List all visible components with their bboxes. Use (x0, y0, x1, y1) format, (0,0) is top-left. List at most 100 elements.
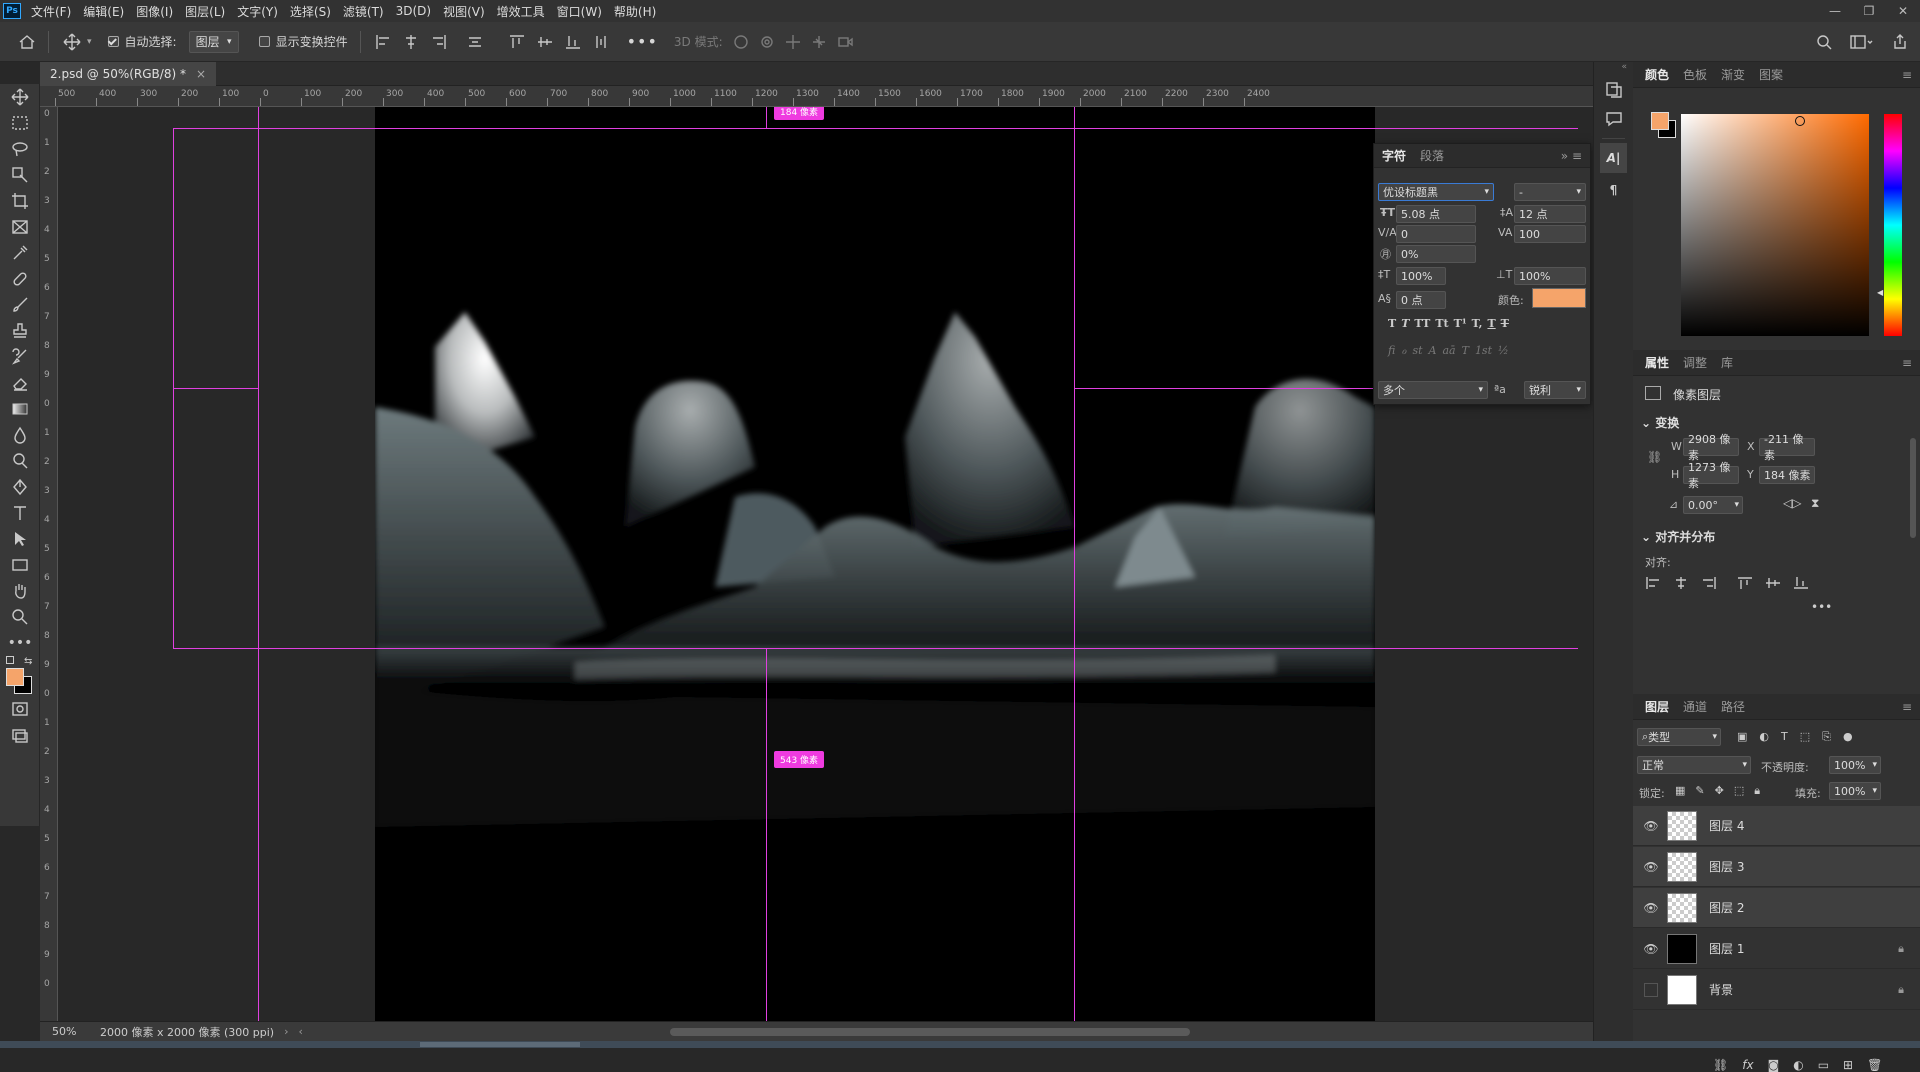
marquee-tool[interactable] (0, 110, 40, 136)
chevron-right-icon[interactable]: › (284, 1025, 288, 1038)
move-tool-preset[interactable]: ▾ (63, 33, 92, 51)
history-brush-tool[interactable] (0, 344, 40, 370)
panel-menu-icon[interactable]: ≡ (1902, 356, 1912, 370)
new-group-icon[interactable]: ▭ (1818, 1058, 1829, 1072)
language-select[interactable]: 多个 ▾ (1378, 381, 1488, 399)
ordinals-button[interactable]: 1st (1475, 344, 1492, 357)
restore-icon[interactable]: ❐ (1852, 0, 1886, 22)
share-icon[interactable] (1892, 33, 1908, 50)
align-right-icon[interactable] (1701, 576, 1717, 590)
saturation-value-field[interactable] (1681, 114, 1869, 336)
link-dimensions-icon[interactable]: ⛓ (1647, 450, 1662, 464)
text-color-swatch[interactable] (1532, 288, 1586, 308)
menu-image[interactable]: 图像(I) (132, 3, 181, 20)
add-mask-icon[interactable]: ◙ (1768, 1058, 1780, 1072)
align-vcenter-icon[interactable] (537, 34, 553, 50)
canvas-area[interactable]: 184 像素 543 像素 (58, 107, 1578, 1021)
healing-tool[interactable] (0, 266, 40, 292)
paragraph-panel-button[interactable]: ¶ (1594, 175, 1633, 205)
antialias-select[interactable]: 锐利 ▾ (1524, 381, 1586, 399)
kerning-field[interactable]: 0 (1396, 225, 1476, 243)
alternate-ligatures-button[interactable]: ℴ (1401, 344, 1406, 357)
more-tools[interactable]: ••• (0, 630, 40, 656)
history-panel-button[interactable] (1594, 74, 1633, 104)
fill-field[interactable]: 100% ▾ (1829, 782, 1881, 800)
lock-all-icon[interactable]: 🔒︎ (1754, 784, 1760, 798)
align-hcenter-icon[interactable] (403, 34, 419, 50)
flip-horizontal-icon[interactable]: ◁▷ (1783, 496, 1801, 510)
dodge-tool[interactable] (0, 448, 40, 474)
scale-3d-icon[interactable] (837, 34, 853, 50)
auto-select-checkbox[interactable] (107, 36, 119, 47)
visibility-eye-icon[interactable]: 👁︎ (1639, 819, 1663, 833)
transform-section-title[interactable]: ⌄ 变换 (1641, 414, 1679, 431)
height-field[interactable]: 1273 像素 (1683, 461, 1739, 490)
align-hcenter-icon[interactable] (1673, 576, 1689, 590)
layer-row[interactable]: 👁︎ 图层 1 🔒︎ (1633, 929, 1920, 969)
align-left-icon[interactable] (375, 34, 391, 50)
titling-alternates-button[interactable]: T (1462, 344, 1469, 357)
y-field[interactable]: 184 像素 (1759, 466, 1815, 484)
stamp-tool[interactable] (0, 318, 40, 344)
more-options-icon[interactable]: ••• (1811, 600, 1832, 614)
eyedropper-tool[interactable] (0, 240, 40, 266)
discretionary-ligatures-button[interactable]: st (1412, 344, 1422, 357)
link-layers-icon[interactable]: ⛓ (1713, 1058, 1728, 1072)
align-top-icon[interactable] (509, 34, 525, 50)
tracking-field[interactable]: 100 (1514, 225, 1586, 243)
stylistic-alternates-button[interactable]: aā (1442, 344, 1455, 357)
menu-view[interactable]: 视图(V) (439, 3, 493, 20)
shape-tool[interactable] (0, 552, 40, 578)
tab-layers[interactable]: 图层 (1645, 698, 1669, 715)
delete-layer-icon[interactable]: 🗑︎ (1867, 1058, 1882, 1072)
lock-transparent-icon[interactable]: ▦ (1675, 784, 1685, 798)
visibility-eye-icon[interactable]: 👁︎ (1639, 860, 1663, 874)
close-tab-icon[interactable]: × (196, 67, 206, 81)
menu-type[interactable]: 文字(Y) (233, 3, 286, 20)
auto-select-dropdown[interactable]: 图层 ▾ (188, 30, 239, 53)
filter-toggle-icon[interactable]: ● (1843, 730, 1853, 744)
zoom-tool[interactable] (0, 604, 40, 630)
slide-3d-icon[interactable] (811, 34, 827, 50)
quick-mask-button[interactable] (0, 696, 40, 722)
pen-tool[interactable] (0, 474, 40, 500)
workspace-icon[interactable] (1850, 34, 1874, 50)
lock-pixels-icon[interactable]: ✎ (1695, 784, 1704, 798)
tab-channels[interactable]: 通道 (1683, 698, 1707, 715)
filter-shape-icon[interactable]: ⬚ (1800, 730, 1810, 744)
menu-file[interactable]: 文件(F) (27, 3, 79, 20)
more-icon[interactable]: ••• (627, 32, 658, 51)
tab-gradients[interactable]: 渐变 (1721, 66, 1745, 83)
panel-menu-icon[interactable]: ≡ (1902, 68, 1912, 82)
menu-filter[interactable]: 滤镜(T) (339, 3, 392, 20)
font-size-field[interactable]: 5.08 点 (1396, 205, 1476, 223)
vertical-scale-field[interactable]: 100% (1396, 267, 1446, 285)
angle-field[interactable]: 0.00° ▾ (1683, 496, 1743, 514)
adjustment-layer-icon[interactable]: ◐ (1793, 1058, 1803, 1072)
color-foreground-swatch[interactable] (1651, 112, 1669, 130)
menu-plugins[interactable]: 增效工具 (493, 3, 553, 20)
tab-color[interactable]: 颜色 (1645, 66, 1669, 83)
faux-italic-button[interactable]: T (1401, 317, 1409, 330)
strikethrough-button[interactable]: T (1501, 317, 1509, 330)
layer-row[interactable]: 👁︎ 图层 2 (1633, 888, 1920, 928)
menu-window[interactable]: 窗口(W) (553, 3, 610, 20)
align-section-title[interactable]: ⌄ 对齐并分布 (1641, 528, 1715, 545)
gradient-tool[interactable] (0, 396, 40, 422)
layer-row[interactable]: 背景 🔒︎ (1633, 970, 1920, 1010)
underline-button[interactable]: T (1487, 317, 1495, 330)
width-field[interactable]: 2908 像素 (1683, 433, 1739, 462)
tab-adjustments[interactable]: 调整 (1683, 354, 1707, 371)
brush-tool[interactable] (0, 292, 40, 318)
align-bottom-icon[interactable] (1793, 576, 1809, 590)
lasso-tool[interactable] (0, 136, 40, 162)
tab-paths[interactable]: 路径 (1721, 698, 1745, 715)
align-left-icon[interactable] (1645, 576, 1661, 590)
blend-mode-select[interactable]: 正常 ▾ (1637, 756, 1751, 774)
small-caps-button[interactable]: Tt (1435, 317, 1448, 330)
panel-menu-icon[interactable]: ≡ (1902, 700, 1912, 714)
superscript-button[interactable]: T¹ (1454, 317, 1467, 330)
x-field[interactable]: -211 像素 (1759, 433, 1815, 462)
menu-edit[interactable]: 编辑(E) (79, 3, 132, 20)
lock-position-icon[interactable]: ✥ (1715, 784, 1724, 798)
